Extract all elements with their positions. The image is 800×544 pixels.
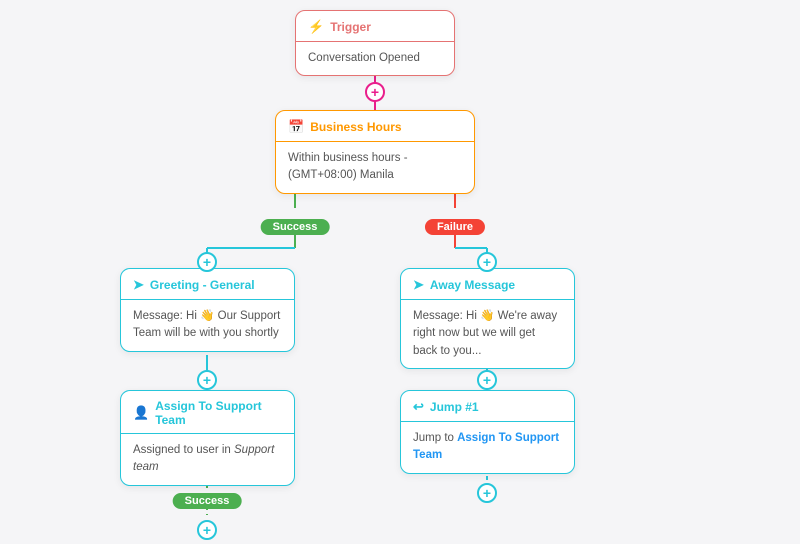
greeting-header: ➤ Greeting - General	[121, 269, 294, 300]
plus-bottom-left[interactable]: +	[197, 520, 217, 540]
plus-after-greeting[interactable]: +	[197, 370, 217, 390]
success-badge: Success	[261, 219, 330, 235]
trigger-header: ⚡ Trigger	[296, 11, 454, 42]
plus-failure-branch[interactable]: +	[477, 252, 497, 272]
jump-prefix: Jump to	[413, 432, 457, 444]
assign-header: 👤 Assign To Support Team	[121, 391, 294, 434]
business-hours-node: 📅 Business Hours Within business hours -…	[275, 110, 475, 194]
greeting-node: ➤ Greeting - General Message: Hi 👋 Our S…	[120, 268, 295, 352]
business-body-text: Within business hours - (GMT+08:00) Mani…	[288, 152, 408, 181]
trigger-title: Trigger	[330, 20, 371, 34]
assign-icon: 👤	[133, 405, 149, 421]
away-body-text: Message: Hi 👋 We're away right now but w…	[413, 310, 557, 357]
greeting-title: Greeting - General	[150, 278, 255, 292]
jump-node: ↩ Jump #1 Jump to Assign To Support Team	[400, 390, 575, 474]
plus-bottom-right[interactable]: +	[477, 483, 497, 503]
business-body: Within business hours - (GMT+08:00) Mani…	[276, 142, 474, 193]
trigger-body-text: Conversation Opened	[308, 52, 420, 64]
assign-node: 👤 Assign To Support Team Assigned to use…	[120, 390, 295, 486]
business-icon: 📅	[288, 119, 304, 135]
jump-header: ↩ Jump #1	[401, 391, 574, 422]
assign-body: Assigned to user in Support team	[121, 434, 294, 485]
workflow-canvas: ⚡ Trigger Conversation Opened + 📅 Busine…	[0, 0, 800, 544]
away-body: Message: Hi 👋 We're away right now but w…	[401, 300, 574, 368]
business-header: 📅 Business Hours	[276, 111, 474, 142]
jump-title: Jump #1	[430, 400, 479, 414]
trigger-body: Conversation Opened	[296, 42, 454, 75]
away-header: ➤ Away Message	[401, 269, 574, 300]
assign-body-text: Assigned to user in Support team	[133, 444, 274, 473]
away-icon: ➤	[413, 277, 424, 293]
trigger-icon: ⚡	[308, 19, 324, 35]
failure-badge: Failure	[425, 219, 485, 235]
business-title: Business Hours	[310, 120, 401, 134]
jump-icon: ↩	[413, 399, 424, 415]
assign-title: Assign To Support Team	[155, 399, 282, 427]
away-node: ➤ Away Message Message: Hi 👋 We're away …	[400, 268, 575, 369]
away-title: Away Message	[430, 278, 515, 292]
success-badge-bottom: Success	[173, 493, 242, 509]
greeting-icon: ➤	[133, 277, 144, 293]
greeting-body-text: Message: Hi 👋 Our Support Team will be w…	[133, 310, 280, 339]
jump-body: Jump to Assign To Support Team	[401, 422, 574, 473]
plus-after-trigger[interactable]: +	[365, 82, 385, 102]
greeting-body: Message: Hi 👋 Our Support Team will be w…	[121, 300, 294, 351]
trigger-node: ⚡ Trigger Conversation Opened	[295, 10, 455, 76]
plus-success-branch[interactable]: +	[197, 252, 217, 272]
plus-after-away[interactable]: +	[477, 370, 497, 390]
